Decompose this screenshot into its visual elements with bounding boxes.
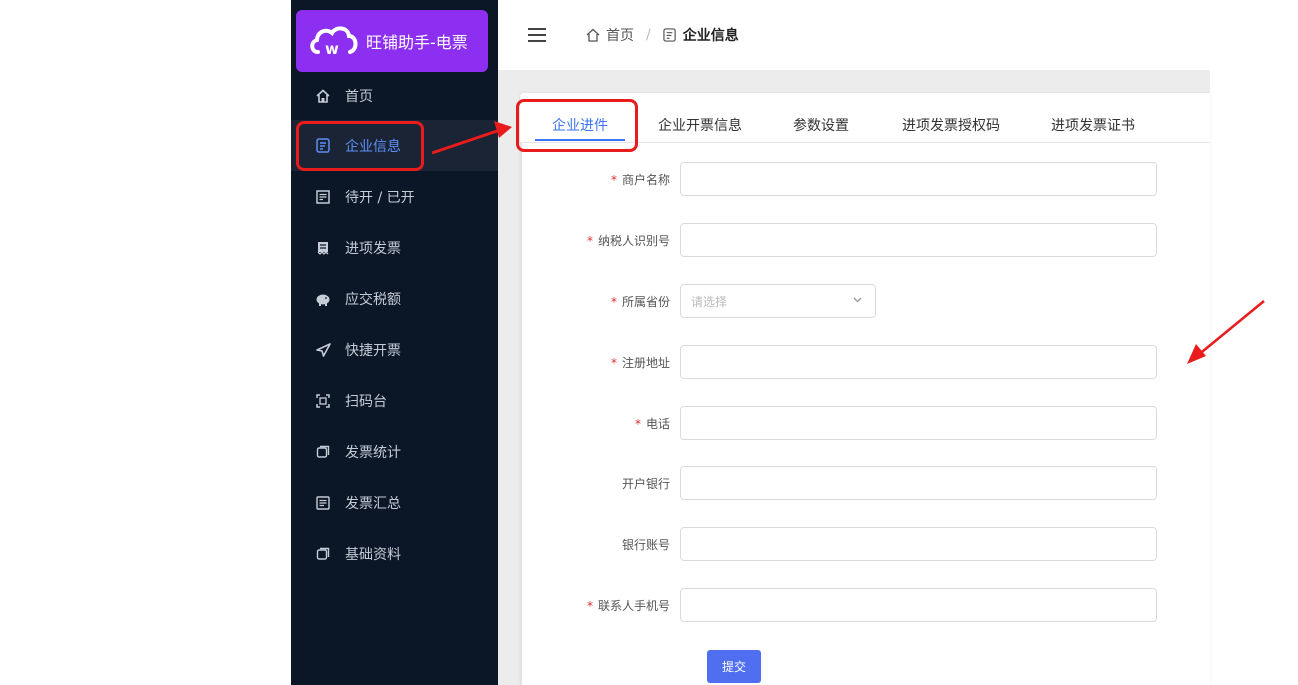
annotation-arrows [431, 121, 1265, 364]
annotation-arrow-right [1187, 300, 1265, 364]
annotation-arrow-to-tab [431, 121, 512, 155]
